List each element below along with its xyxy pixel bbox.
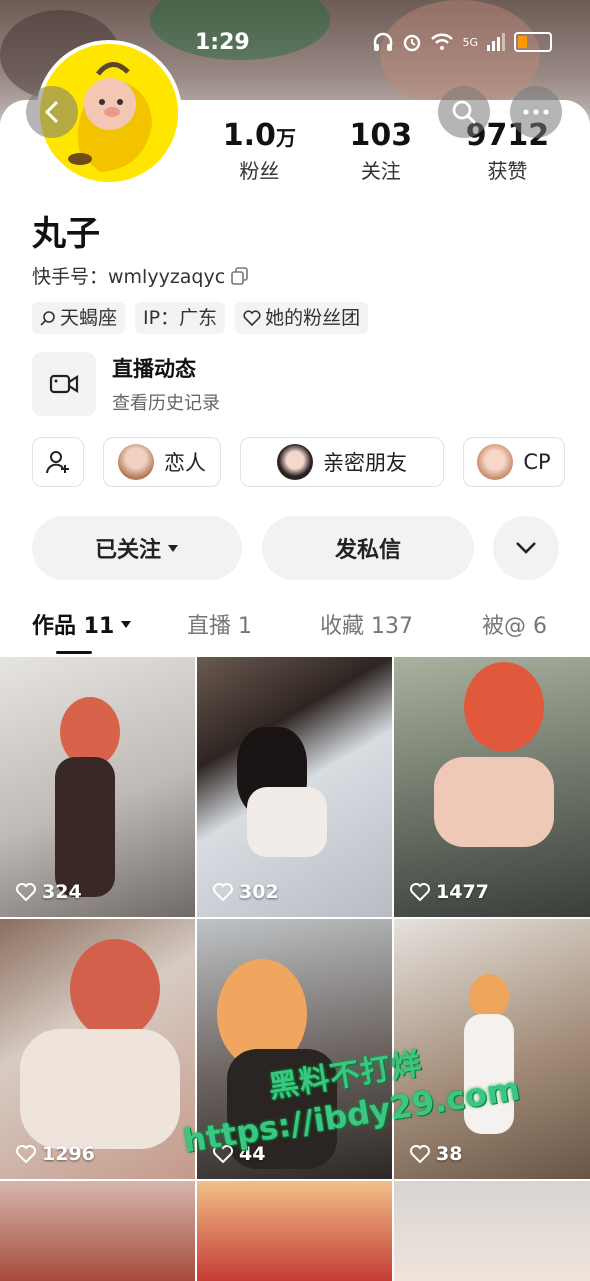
stat-number: 103 (349, 118, 413, 153)
figure-body (434, 757, 554, 847)
tab-active-indicator (56, 651, 92, 654)
headphone-icon (374, 32, 393, 51)
caret-down-icon (168, 545, 178, 552)
relation-close-friend[interactable]: 亲密朋友 (240, 437, 444, 487)
likes-count: 302 (239, 881, 279, 903)
post-thumbnail[interactable] (394, 1181, 590, 1281)
post-likes: 1477 (410, 881, 489, 903)
post-thumbnail[interactable]: 1296 (0, 919, 195, 1179)
stat-number: 1.0 (222, 118, 276, 153)
caret-down-icon (121, 621, 132, 628)
likes-count: 324 (42, 881, 82, 903)
more-icon (523, 109, 549, 115)
figure-body (20, 1029, 180, 1149)
video-camera-icon (49, 374, 79, 394)
tab-label: 收藏 137 (320, 614, 413, 639)
signal-icon (487, 33, 505, 51)
tag-constellation[interactable]: 天蝎座 (32, 302, 126, 334)
relation-cp[interactable]: CP (463, 437, 565, 487)
heart-icon (16, 883, 36, 901)
live-history-row[interactable]: 直播动态 查看历史记录 (32, 352, 220, 416)
likes-count: 1296 (42, 1143, 95, 1165)
figure-hair (70, 939, 160, 1039)
heart-icon (213, 883, 233, 901)
more-actions-button[interactable] (493, 516, 559, 580)
stat-following[interactable]: 103 关注 (350, 118, 413, 184)
post-thumbnail[interactable]: 302 (197, 657, 392, 917)
figure-top (247, 787, 327, 857)
back-icon (44, 100, 59, 124)
tab-live[interactable]: 直播 1 (187, 608, 252, 640)
wifi-icon (431, 33, 454, 50)
tab-mentioned[interactable]: 被@ 6 (482, 608, 547, 640)
tag-label: 她的粉丝团 (265, 307, 361, 329)
heart-icon (410, 883, 430, 901)
stat-label: 关注 (360, 159, 401, 183)
relation-avatar (118, 444, 154, 480)
post-likes: 302 (213, 881, 279, 903)
post-thumbnail[interactable]: 324 (0, 657, 195, 917)
post-thumbnail[interactable]: 1477 (394, 657, 590, 917)
relation-avatar (477, 444, 514, 480)
stat-fans[interactable]: 1.0万 粉丝 (223, 118, 296, 184)
tab-works[interactable]: 作品 11 (32, 608, 132, 640)
tab-label: 被@ 6 (482, 614, 547, 639)
live-history-title: 直播动态 (112, 357, 196, 381)
message-button[interactable]: 发私信 (262, 516, 474, 580)
followed-button[interactable]: 已关注 (32, 516, 242, 580)
more-button[interactable] (510, 86, 562, 138)
kuaishou-id-text: 快手号：wmlyyzaqyc (32, 266, 226, 288)
figure-dress (55, 757, 115, 897)
stat-label: 粉丝 (239, 159, 280, 183)
back-button[interactable] (26, 86, 78, 138)
copy-icon[interactable] (231, 266, 249, 285)
relation-label: CP (523, 450, 551, 474)
profile-name: 丸子 (32, 214, 100, 254)
add-friend-icon (46, 451, 69, 474)
post-thumbnail[interactable] (197, 1181, 392, 1281)
post-likes: 1296 (16, 1143, 95, 1165)
post-thumbnail[interactable] (0, 1181, 195, 1281)
figure-hair (469, 974, 509, 1019)
content-tabs: 作品 11 直播 1 收藏 137 被@ 6 (0, 606, 590, 656)
tag-list: 天蝎座 IP：广东 她的粉丝团 (32, 302, 369, 334)
relation-label: 恋人 (164, 451, 206, 475)
message-label: 发私信 (334, 538, 401, 563)
relation-lover[interactable]: 恋人 (103, 437, 221, 487)
stat-unit: 万 (275, 126, 296, 150)
add-friend-button[interactable] (32, 437, 84, 487)
stat-label: 获赞 (487, 159, 528, 183)
tab-label: 作品 11 (32, 614, 115, 639)
tab-favorites[interactable]: 收藏 137 (320, 608, 413, 640)
relation-label: 亲密朋友 (323, 451, 407, 475)
search-small-icon (40, 311, 55, 326)
likes-count: 1477 (436, 881, 489, 903)
status-time: 1:29 (195, 30, 250, 55)
search-icon (452, 100, 476, 124)
tag-label: 天蝎座 (60, 307, 118, 329)
tag-fan-group[interactable]: 她的粉丝团 (235, 302, 369, 334)
chevron-down-icon (516, 542, 536, 554)
heart-icon (16, 1145, 36, 1163)
battery-icon (514, 32, 552, 52)
alarm-icon (404, 34, 421, 52)
post-likes: 324 (16, 881, 82, 903)
tab-label: 直播 1 (187, 614, 252, 639)
tag-label: IP：广东 (143, 307, 218, 329)
live-history-subtitle: 查看历史记录 (112, 393, 220, 414)
network-type: 5G (462, 35, 478, 49)
kuaishou-id: 快手号：wmlyyzaqyc (32, 262, 249, 289)
figure-hair (464, 662, 544, 752)
tag-ip: IP：广东 (135, 302, 226, 334)
followed-label: 已关注 (94, 538, 161, 563)
live-icon-box (32, 352, 96, 416)
relation-avatar (277, 444, 313, 480)
heart-outline-icon (243, 310, 261, 326)
search-button[interactable] (438, 86, 490, 138)
